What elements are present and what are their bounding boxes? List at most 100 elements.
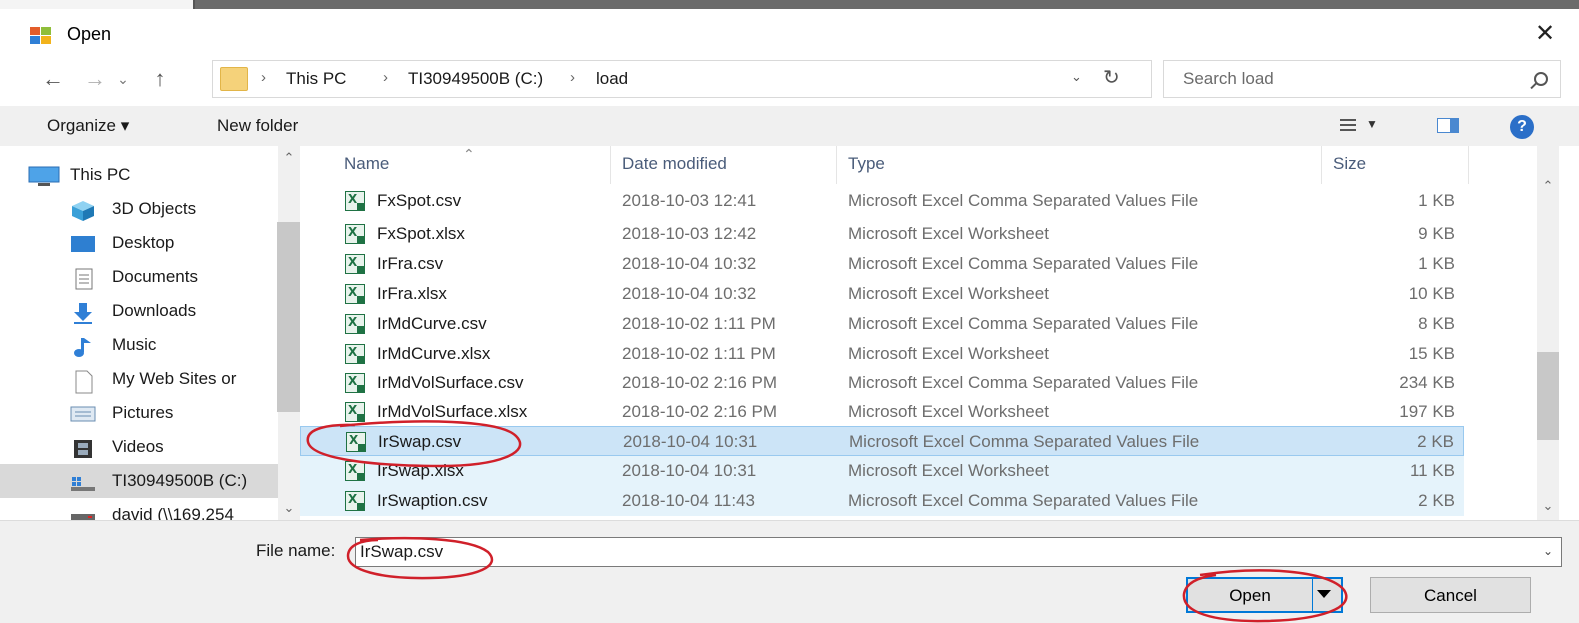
column-divider[interactable] bbox=[836, 146, 837, 184]
nav-item-music[interactable]: Music bbox=[0, 328, 278, 362]
title-bar: Open ✕ bbox=[0, 9, 1579, 59]
excel-file-icon bbox=[345, 461, 365, 481]
nav-item-desktop[interactable]: Desktop bbox=[0, 226, 278, 260]
refresh-icon[interactable]: ↻ bbox=[1103, 65, 1120, 90]
scroll-down-chevron-icon[interactable]: ⌄ bbox=[1537, 498, 1559, 514]
file-row[interactable]: IrMdVolSurface.xlsx 2018-10-02 2:16 PM M… bbox=[300, 397, 1464, 427]
column-divider[interactable] bbox=[610, 146, 611, 184]
column-header-name[interactable]: Name bbox=[344, 154, 389, 174]
file-date: 2018-10-04 10:31 bbox=[623, 432, 758, 451]
nav-item-label: Desktop bbox=[112, 233, 175, 252]
navigation-scrollbar-thumb[interactable] bbox=[277, 222, 300, 412]
file-name: IrMdVolSurface.xlsx bbox=[377, 402, 528, 421]
column-header-type[interactable]: Type bbox=[848, 154, 885, 174]
nav-item-documents[interactable]: Documents bbox=[0, 260, 278, 294]
nav-item-this-pc[interactable]: This PC bbox=[0, 158, 278, 192]
excel-file-icon bbox=[345, 344, 365, 364]
nav-item-drive-c[interactable]: TI30949500B (C:) bbox=[0, 464, 278, 498]
scroll-up-chevron-icon[interactable]: ⌃ bbox=[278, 150, 300, 166]
nav-item-videos[interactable]: Videos bbox=[0, 430, 278, 464]
file-name: IrSwap.csv bbox=[378, 432, 462, 451]
file-row[interactable]: IrSwaption.csv 2018-10-04 11:43 Microsof… bbox=[300, 486, 1464, 516]
file-name-label: File name: bbox=[256, 541, 336, 560]
scroll-up-chevron-icon[interactable]: ⌃ bbox=[1537, 178, 1559, 194]
open-button[interactable]: Open bbox=[1186, 577, 1343, 613]
forward-arrow-icon[interactable]: → bbox=[82, 66, 108, 92]
address-bar[interactable]: › This PC › TI30949500B (C:) › load ⌄ ↻ bbox=[212, 60, 1152, 98]
breadcrumb-drive[interactable]: TI30949500B (C:) bbox=[408, 69, 543, 89]
file-row[interactable]: IrFra.csv 2018-10-04 10:32 Microsoft Exc… bbox=[300, 249, 1464, 279]
file-name-history-chevron-icon[interactable]: ⌄ bbox=[1543, 544, 1553, 558]
nav-item-label: Music bbox=[112, 335, 157, 354]
file-row-selected[interactable]: IrSwap.csv 2018-10-04 10:31 Microsoft Ex… bbox=[300, 426, 1464, 456]
nav-item-pictures[interactable]: Pictures bbox=[0, 396, 278, 430]
folder-icon bbox=[220, 67, 248, 91]
breadcrumb-load[interactable]: load bbox=[596, 69, 628, 89]
file-type: Microsoft Excel Comma Separated Values F… bbox=[848, 373, 1199, 392]
file-row[interactable]: FxSpot.csv 2018-10-03 12:41 Microsoft Ex… bbox=[300, 186, 1464, 216]
file-size: 2 KB bbox=[1418, 491, 1455, 510]
help-icon[interactable]: ? bbox=[1510, 115, 1534, 139]
open-options-dropdown-icon[interactable] bbox=[1317, 590, 1331, 598]
nav-item-label: TI30949500B (C:) bbox=[112, 471, 248, 490]
cancel-button[interactable]: Cancel bbox=[1370, 577, 1531, 613]
close-icon[interactable]: ✕ bbox=[1528, 19, 1562, 49]
window-title: Open bbox=[67, 24, 112, 44]
breadcrumb-separator-icon: › bbox=[383, 69, 388, 86]
up-arrow-icon[interactable]: ↑ bbox=[147, 66, 173, 92]
back-arrow-icon[interactable]: ← bbox=[40, 66, 66, 92]
organize-menu-button[interactable]: Organize ▾ bbox=[47, 116, 129, 136]
search-icon[interactable] bbox=[1534, 72, 1548, 86]
nav-item-label: This PC bbox=[70, 165, 131, 184]
file-size: 2 KB bbox=[1417, 432, 1454, 451]
file-name: IrMdVolSurface.csv bbox=[377, 373, 524, 392]
breadcrumb-separator-icon: › bbox=[570, 69, 575, 86]
file-name: IrSwap.xlsx bbox=[377, 461, 464, 480]
excel-file-icon bbox=[345, 254, 365, 274]
sort-ascending-icon: ⌃ bbox=[463, 146, 475, 162]
file-list-scrollbar-thumb[interactable] bbox=[1537, 352, 1559, 440]
nav-item-my-web-sites[interactable]: My Web Sites or bbox=[0, 362, 278, 396]
column-header-date[interactable]: Date modified bbox=[622, 154, 727, 174]
recent-locations-chevron-icon[interactable]: ⌄ bbox=[110, 66, 136, 92]
command-bar: Organize ▾ New folder ▼ ? bbox=[0, 106, 1579, 146]
app-icon bbox=[30, 27, 52, 45]
nav-item-downloads[interactable]: Downloads bbox=[0, 294, 278, 328]
scroll-down-chevron-icon[interactable]: ⌄ bbox=[278, 500, 300, 516]
file-date: 2018-10-02 2:16 PM bbox=[622, 373, 777, 392]
file-row[interactable]: IrMdCurve.csv 2018-10-02 1:11 PM Microso… bbox=[300, 309, 1464, 339]
file-type: Microsoft Excel Worksheet bbox=[848, 344, 1049, 363]
address-history-chevron-icon[interactable]: ⌄ bbox=[1071, 69, 1082, 85]
navigation-pane: This PC 3D Objects Desktop Documents Dow… bbox=[0, 146, 300, 520]
cube-3d-icon bbox=[70, 200, 96, 221]
file-row[interactable]: IrMdVolSurface.csv 2018-10-02 2:16 PM Mi… bbox=[300, 368, 1464, 398]
computer-icon bbox=[28, 166, 60, 186]
search-input[interactable]: Search load bbox=[1163, 60, 1561, 98]
breadcrumb-this-pc[interactable]: This PC bbox=[286, 69, 346, 89]
file-row[interactable]: FxSpot.xlsx 2018-10-03 12:42 Microsoft E… bbox=[300, 219, 1464, 249]
file-row-hovered[interactable]: IrSwap.xlsx 2018-10-04 10:31 Microsoft E… bbox=[300, 456, 1464, 486]
file-type: Microsoft Excel Worksheet bbox=[848, 224, 1049, 243]
file-name-field[interactable]: IrSwap.csv ⌄ bbox=[355, 537, 1562, 567]
view-options-chevron-icon[interactable]: ▼ bbox=[1366, 117, 1378, 131]
excel-file-icon bbox=[345, 491, 365, 511]
preview-pane-icon[interactable] bbox=[1437, 118, 1459, 133]
documents-icon bbox=[74, 268, 100, 290]
file-type: Microsoft Excel Worksheet bbox=[848, 402, 1049, 421]
nav-item-network-drive[interactable]: david (\\169.254 bbox=[0, 498, 278, 520]
file-row[interactable]: IrMdCurve.xlsx 2018-10-02 1:11 PM Micros… bbox=[300, 339, 1464, 369]
column-divider[interactable] bbox=[1321, 146, 1322, 184]
column-divider[interactable] bbox=[1468, 146, 1469, 184]
nav-item-3d-objects[interactable]: 3D Objects bbox=[0, 192, 278, 226]
file-date: 2018-10-02 1:11 PM bbox=[622, 344, 776, 363]
view-details-icon[interactable] bbox=[1340, 118, 1356, 132]
new-folder-button[interactable]: New folder bbox=[217, 116, 298, 136]
excel-file-icon bbox=[345, 373, 365, 393]
file-row[interactable]: IrFra.xlsx 2018-10-04 10:32 Microsoft Ex… bbox=[300, 279, 1464, 309]
file-name: FxSpot.xlsx bbox=[377, 224, 465, 243]
column-header-size[interactable]: Size bbox=[1333, 154, 1366, 174]
file-name-value: IrSwap.csv bbox=[360, 542, 444, 561]
file-list-scrollbar[interactable] bbox=[1537, 146, 1559, 520]
file-name: FxSpot.csv bbox=[377, 191, 462, 210]
file-size: 234 KB bbox=[1399, 373, 1455, 392]
